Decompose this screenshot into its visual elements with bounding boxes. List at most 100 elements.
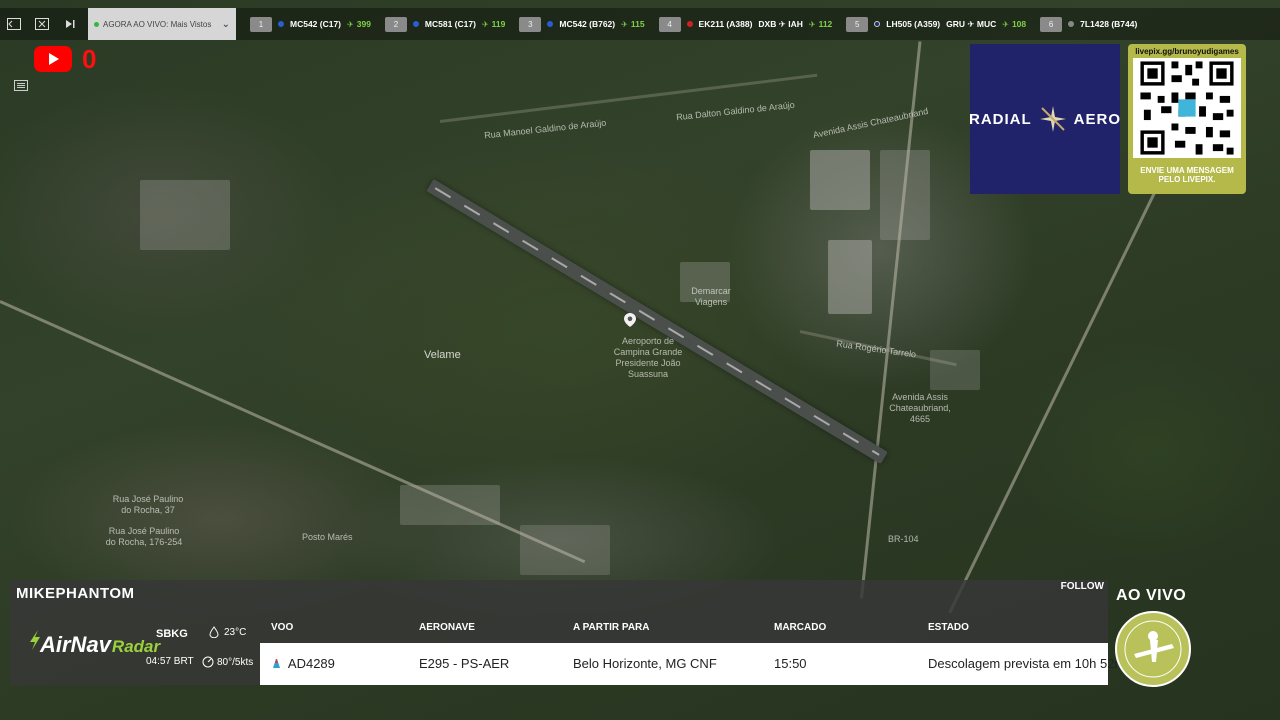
flight-viewers: 119 xyxy=(482,19,506,29)
airline-logo-icon xyxy=(278,21,284,27)
column-header-estado: ESTADO xyxy=(928,622,969,633)
aircraft-cell: E295 - PS-AER xyxy=(419,656,510,671)
live-dot-icon xyxy=(94,21,99,27)
follow-button[interactable]: FOLLOW xyxy=(1061,581,1104,592)
airline-logo-icon xyxy=(547,21,554,27)
flight-rank: 2 xyxy=(384,16,407,32)
flight-number-cell: AD4289 xyxy=(271,656,335,671)
chevron-down-icon: ⌄ xyxy=(221,18,230,30)
flight-callsign: LH505 (A359) xyxy=(886,19,941,29)
list-icon[interactable] xyxy=(14,80,30,92)
flight-viewers: 108 xyxy=(1002,19,1026,29)
streamer-username: MIKEPHANTOM xyxy=(16,585,135,602)
close-panel-icon[interactable] xyxy=(28,8,56,40)
place-label: Velame xyxy=(424,349,461,361)
youtube-counter: 0 xyxy=(82,44,97,74)
column-header-destino: A PARTIR PARA xyxy=(573,622,650,633)
temperature: 23°C xyxy=(208,626,246,638)
flight-route: GRU ✈ MUC xyxy=(946,18,997,29)
wind: 80°/5kts xyxy=(202,656,253,668)
flight-route: DXB ✈ IAH xyxy=(758,18,803,29)
flight-info-panel: MIKEPHANTOM FOLLOW AirNav Radar SBKG 04:… xyxy=(10,580,1125,685)
flight-viewers: 399 xyxy=(347,19,371,29)
runway xyxy=(426,178,888,464)
street-label: Avenida Assis Chateaubriand, 4665 xyxy=(889,392,951,424)
flight-callsign: EK211 (A388) xyxy=(698,19,753,29)
flight-rank: 1 xyxy=(250,16,272,32)
compass-star-icon xyxy=(1039,106,1066,132)
top-flight-item[interactable]: 5 LH505 (A359) GRU ✈ MUC 108 xyxy=(846,8,1026,40)
column-header-aeronave: AERONAVE xyxy=(419,622,475,633)
flight-rank: 6 xyxy=(1040,16,1063,32)
street-label: Rua Manoel Galdino de Araújo xyxy=(483,117,607,141)
street-label: Rua José Paulino do Rocha, 37 xyxy=(112,494,184,515)
flight-viewers: 115 xyxy=(621,19,645,29)
airport-label[interactable]: Aeroporto de Campina Grande Presidente J… xyxy=(608,336,688,380)
skip-next-icon[interactable] xyxy=(56,8,84,40)
airline-logo-icon xyxy=(412,21,419,27)
airport-icao: SBKG xyxy=(156,628,188,640)
top-flight-item[interactable]: 6 7L1428 (B744) xyxy=(1040,8,1137,40)
flight-rank: 5 xyxy=(846,16,869,32)
live-label: AO VIVO xyxy=(1116,587,1187,604)
wind-value: 80°/5kts xyxy=(217,656,254,668)
collapse-sidebar-icon[interactable] xyxy=(0,8,28,40)
youtube-icon[interactable] xyxy=(34,46,72,72)
livepix-url: livepix.gg/brunoyudigames xyxy=(1135,47,1239,56)
logo-text-right: AERO xyxy=(1073,110,1122,128)
livepix-caption: ENVIE UMA MENSAGEM PELO LIVEPIX. xyxy=(1140,166,1234,184)
building xyxy=(140,180,230,250)
airline-logo-icon xyxy=(874,21,881,27)
destination-cell: Belo Horizonte, MG CNF xyxy=(573,656,717,671)
live-dropdown[interactable]: AGORA AO VIVO: Mais Vistos ⌄ xyxy=(88,8,236,40)
location-pin-icon[interactable] xyxy=(624,313,636,327)
brand-sub: Radar xyxy=(111,637,161,656)
top-flight-item[interactable]: 4 EK211 (A388) DXB ✈ IAH 112 xyxy=(658,8,833,40)
flight-callsign: MC542 (B762) xyxy=(559,19,616,29)
brand-main: AirNav xyxy=(40,632,111,657)
flight-callsign: MC542 (C17) xyxy=(290,19,342,29)
qr-code-icon[interactable] xyxy=(1133,58,1241,158)
flight-number: AD4289 xyxy=(287,656,335,671)
flight-row[interactable]: AD4289 E295 - PS-AER Belo Horizonte, MG … xyxy=(260,643,1125,685)
road xyxy=(0,300,586,564)
top-bar: AGORA AO VIVO: Mais Vistos ⌄ 1 MC542 (C1… xyxy=(0,8,1280,40)
live-dropdown-label: AGORA AO VIVO: Mais Vistos xyxy=(103,19,212,29)
local-time: 04:57 BRT xyxy=(146,656,194,667)
column-header-marcado: MARCADO xyxy=(774,622,827,633)
status-cell: Descolagem prevista em 10h 52m xyxy=(928,656,1126,671)
road xyxy=(439,73,818,123)
column-header-voo: VOO xyxy=(271,622,294,633)
weather-icon xyxy=(209,626,219,638)
livepix-qr-card[interactable]: livepix.gg/brunoyudigames ENVIE UMA MENS… xyxy=(1128,44,1246,194)
place-label: Posto Marés xyxy=(302,532,353,542)
street-label: Rua Dalton Galdino de Araújo xyxy=(675,99,796,123)
top-flight-item[interactable]: 3 MC542 (B762) 115 xyxy=(519,8,645,40)
scheduled-time-cell: 15:50 xyxy=(774,656,807,671)
radial-aero-logo: RADIAL AERO xyxy=(969,44,1122,194)
airline-logo-icon xyxy=(1068,21,1075,27)
highway-label: BR-104 xyxy=(888,534,919,544)
building xyxy=(520,525,610,575)
street-label: Rua José Paulino do Rocha, 176-254 xyxy=(105,526,183,547)
flight-rank: 3 xyxy=(519,16,542,32)
top-flight-item[interactable]: 2 MC581 (C17) 119 xyxy=(384,8,506,40)
airline-logo-icon xyxy=(686,21,693,27)
building xyxy=(810,150,870,210)
wind-icon xyxy=(202,656,214,668)
top-flight-item[interactable]: 1 MC542 (C17) 399 xyxy=(250,8,371,40)
building-label: Demarcar Viagens xyxy=(691,286,731,307)
flight-viewers: 112 xyxy=(809,19,833,29)
airnav-radar-logo: AirNav Radar xyxy=(26,632,160,658)
channel-badge-icon xyxy=(1115,611,1191,687)
airline-tail-icon xyxy=(273,659,280,668)
logo-text-left: RADIAL xyxy=(969,110,1032,128)
temperature-value: 23°C xyxy=(224,626,247,638)
flight-rank: 4 xyxy=(658,16,681,32)
building xyxy=(930,350,980,390)
road xyxy=(948,180,1162,614)
flight-callsign: 7L1428 (B744) xyxy=(1080,19,1138,29)
street-label: Rua Rogério Tarrelo xyxy=(835,338,917,360)
flight-callsign: MC581 (C17) xyxy=(424,19,476,29)
building xyxy=(828,240,872,314)
